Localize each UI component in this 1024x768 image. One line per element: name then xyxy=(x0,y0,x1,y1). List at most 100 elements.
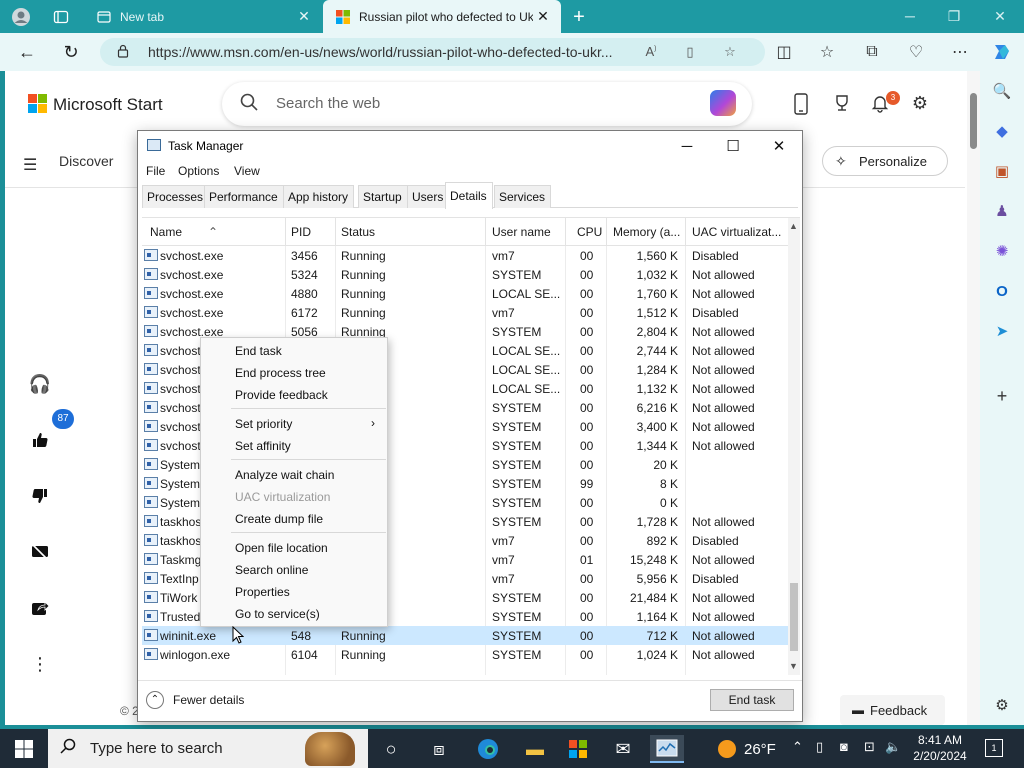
settings-gear-icon[interactable]: ⚙ xyxy=(909,93,931,115)
menu-item-set-affinity[interactable]: Set affinity xyxy=(202,435,387,457)
sidebar-shopping-tag-icon[interactable]: ◆ xyxy=(991,121,1013,143)
menu-file[interactable]: File xyxy=(146,164,165,178)
tab-details[interactable]: Details xyxy=(445,182,493,209)
tab-actions-icon[interactable] xyxy=(50,6,72,28)
start-windows-icon[interactable] xyxy=(0,729,48,768)
back-arrow-icon[interactable]: ← xyxy=(14,40,40,64)
sidebar-designer-icon[interactable]: ➤ xyxy=(991,321,1013,343)
close-tab-icon[interactable]: ✕ xyxy=(533,8,553,25)
weather-widget[interactable]: 26°F xyxy=(718,740,776,758)
immersive-reader-icon[interactable]: ▯ xyxy=(680,44,700,60)
sidebar-settings-gear-icon[interactable]: ⚙ xyxy=(991,695,1013,717)
new-tab-plus-icon[interactable]: + xyxy=(568,6,590,28)
table-row[interactable]: svchost.exe 4880 Running LOCAL SE... 00 1,760… xyxy=(142,284,788,303)
page-scrollbar[interactable] xyxy=(967,71,980,725)
column-header-cpu[interactable]: CPU xyxy=(577,225,602,239)
sidebar-copilot-icon[interactable]: ✺ xyxy=(991,241,1013,263)
tab-services[interactable]: Services xyxy=(494,185,552,208)
listen-headphones-icon[interactable]: 🎧 xyxy=(25,369,55,399)
task-manager-taskbar-icon[interactable] xyxy=(650,735,684,763)
tablet-icon[interactable]: ▯ xyxy=(816,739,823,755)
tab-article[interactable]: Russian pilot who defected to Uk ✕ xyxy=(323,0,561,33)
tab-users[interactable]: Users xyxy=(407,185,450,208)
tab-new-tab[interactable]: New tab ✕ xyxy=(84,0,322,33)
tab-processes[interactable]: Processes xyxy=(142,185,210,208)
favorite-star-icon[interactable]: ☆ xyxy=(720,44,740,60)
menu-item-provide-feedback[interactable]: Provide feedback xyxy=(202,384,387,406)
column-header-pid[interactable]: PID xyxy=(291,225,311,239)
favorites-icon[interactable]: ☆ xyxy=(815,41,839,63)
column-header-uac-virtualization[interactable]: UAC virtualizat... xyxy=(692,225,784,239)
copilot-icon[interactable] xyxy=(990,41,1014,63)
minimize-icon[interactable]: ─ xyxy=(890,4,930,28)
comments-off-icon[interactable] xyxy=(25,537,55,567)
close-tab-icon[interactable]: ✕ xyxy=(294,8,314,25)
meet-now-camera-icon[interactable]: ◙ xyxy=(840,739,848,754)
task-view-icon[interactable]: ⧈ xyxy=(425,735,453,763)
volume-speaker-icon[interactable]: 🔈 xyxy=(885,739,901,755)
menu-item-open-file-location[interactable]: Open file location xyxy=(202,537,387,559)
table-row[interactable]: winlogon.exe 6104 Running SYSTEM 00 1,024 K No… xyxy=(142,645,788,664)
taskbar-search-box[interactable]: Type here to search xyxy=(48,729,368,768)
url-text[interactable]: https://www.msn.com/en-us/news/world/rus… xyxy=(148,44,613,60)
copilot-search-icon[interactable] xyxy=(710,90,736,116)
share-icon[interactable] xyxy=(25,593,55,623)
table-scrollbar-thumb[interactable] xyxy=(790,583,798,651)
action-center-notification-icon[interactable]: 1 xyxy=(985,739,1003,757)
maximize-icon[interactable]: ☐ xyxy=(710,131,756,161)
clock[interactable]: 8:41 AM 2/20/2024 xyxy=(905,732,975,764)
collections-icon[interactable]: ⧉ xyxy=(860,41,884,63)
refresh-icon[interactable]: ↻ xyxy=(58,40,84,64)
profile-avatar-icon[interactable] xyxy=(10,6,32,28)
mail-icon[interactable]: ✉ xyxy=(609,735,637,763)
menu-item-create-dump-file[interactable]: Create dump file xyxy=(202,508,387,530)
nav-discover[interactable]: Discover xyxy=(59,153,113,169)
hamburger-menu-icon[interactable]: ☰ xyxy=(23,155,37,175)
menu-item-properties[interactable]: Properties xyxy=(202,581,387,603)
tab-performance[interactable]: Performance xyxy=(204,185,284,208)
feedback-button[interactable]: ▬ Feedback xyxy=(840,695,945,725)
restore-icon[interactable]: ❐ xyxy=(934,4,974,28)
more-menu-icon[interactable]: ⋯ xyxy=(948,41,972,63)
split-screen-icon[interactable]: ◫ xyxy=(772,41,796,63)
table-row[interactable]: svchost.exe 6172 Running vm7 00 1,512 K Disabl… xyxy=(142,303,788,322)
menu-item-end-process-tree[interactable]: End process tree xyxy=(202,362,387,384)
table-scrollbar[interactable]: ▲ ▼ xyxy=(788,218,800,675)
read-aloud-icon[interactable]: A) xyxy=(641,44,661,60)
sidebar-tools-icon[interactable]: ▣ xyxy=(991,161,1013,183)
dislike-thumbs-down-icon[interactable] xyxy=(25,481,55,511)
menu-view[interactable]: View xyxy=(234,164,260,178)
tab-app-history[interactable]: App history xyxy=(283,185,355,208)
column-header-name[interactable]: Name xyxy=(150,225,182,239)
column-header-user-name[interactable]: User name xyxy=(492,225,551,239)
menu-item-analyze-wait-chain[interactable]: Analyze wait chain xyxy=(202,464,387,486)
mobile-app-icon[interactable] xyxy=(790,93,812,115)
menu-item-end-task[interactable]: End task xyxy=(202,340,387,362)
fewer-details-button[interactable]: ⌃ Fewer details xyxy=(146,691,244,709)
scroll-up-arrow-icon[interactable]: ▲ xyxy=(789,221,798,231)
page-scrollbar-thumb[interactable] xyxy=(970,93,977,149)
table-row[interactable]: svchost.exe 5324 Running SYSTEM 00 1,032 K Not… xyxy=(142,265,788,284)
file-explorer-icon[interactable]: ▬ xyxy=(521,735,549,763)
sidebar-outlook-icon[interactable]: O xyxy=(991,281,1013,303)
store-icon[interactable] xyxy=(564,735,592,763)
menu-item-go-to-service-s[interactable]: Go to service(s) xyxy=(202,603,387,625)
more-options-vertical-icon[interactable]: ⋮ xyxy=(25,649,55,679)
column-header-memory[interactable]: Memory (a... xyxy=(613,225,685,239)
web-search-box[interactable]: Search the web xyxy=(222,82,752,126)
rewards-trophy-icon[interactable] xyxy=(831,93,853,115)
browser-essentials-icon[interactable]: ♡ xyxy=(904,41,928,63)
end-task-button[interactable]: End task xyxy=(710,689,794,711)
close-window-icon[interactable]: ✕ xyxy=(980,4,1020,28)
like-thumbs-up-icon[interactable] xyxy=(25,425,55,455)
scroll-down-arrow-icon[interactable]: ▼ xyxy=(789,661,798,671)
show-hidden-icons-chevron-icon[interactable]: ⌃ xyxy=(792,739,803,755)
menu-item-search-online[interactable]: Search online xyxy=(202,559,387,581)
close-icon[interactable]: ✕ xyxy=(756,131,802,161)
address-bar[interactable]: https://www.msn.com/en-us/news/world/rus… xyxy=(100,38,765,66)
menu-options[interactable]: Options xyxy=(178,164,219,178)
sidebar-search-icon[interactable]: 🔍 xyxy=(991,81,1013,103)
edge-taskbar-icon[interactable] xyxy=(474,735,502,763)
sidebar-add-icon[interactable]: + xyxy=(991,385,1013,407)
tab-startup[interactable]: Startup xyxy=(358,185,408,208)
